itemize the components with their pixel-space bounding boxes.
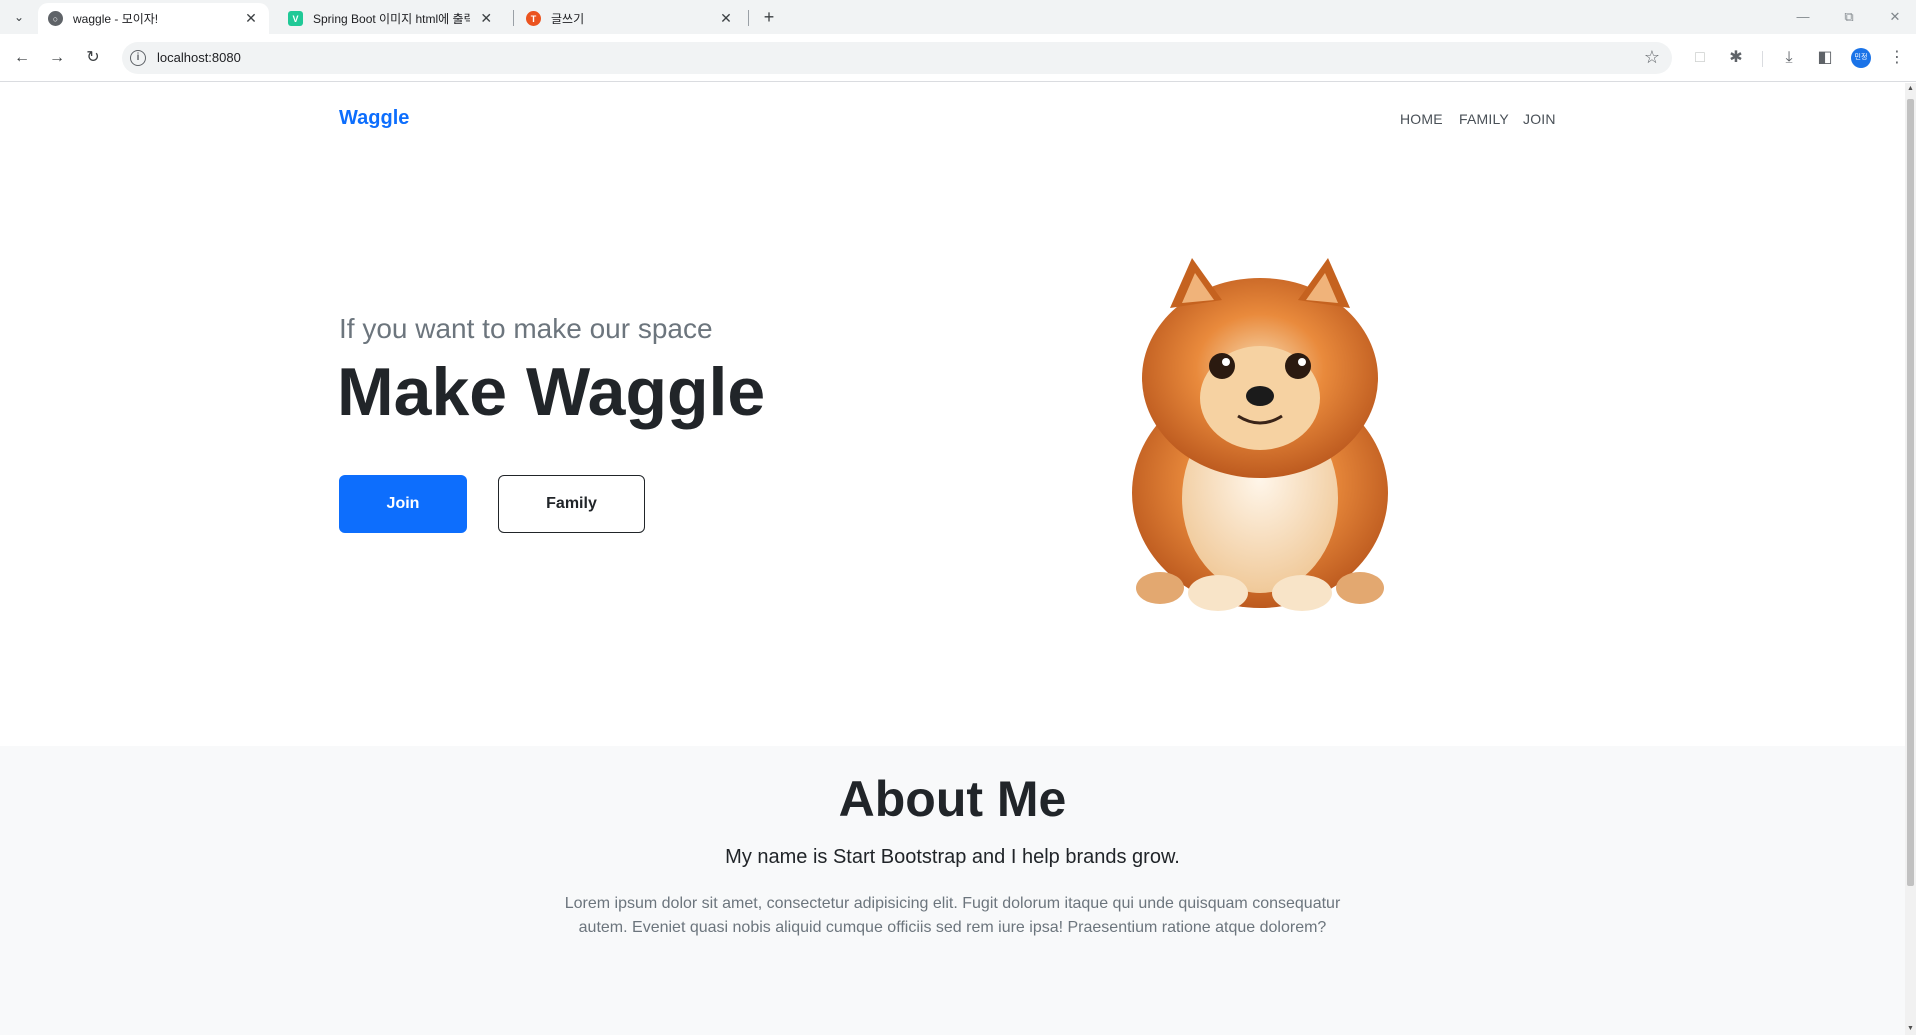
hero-title: Make Waggle xyxy=(337,354,766,430)
profile-avatar[interactable]: 민정 xyxy=(1851,48,1871,68)
extensions-puzzle-icon[interactable]: ✱ xyxy=(1724,46,1748,70)
page-scrollbar[interactable]: ▲ ▼ xyxy=(1905,83,1916,1035)
tab-search-chevron-icon[interactable]: ⌄ xyxy=(8,6,30,28)
join-button[interactable]: Join xyxy=(339,475,467,533)
close-icon[interactable]: ✕ xyxy=(243,10,259,27)
about-text: Lorem ipsum dolor sit amet, consectetur … xyxy=(564,895,1341,936)
extension-placeholder-icon[interactable]: □ xyxy=(1688,46,1712,70)
globe-icon: ○ xyxy=(48,11,63,26)
minimize-icon[interactable]: — xyxy=(1780,4,1826,30)
browser-toolbar: ← → ↻ i localhost:8080 ☆ □ ✱ ⤓ ◧ 민정 ⋮ xyxy=(0,34,1916,82)
tab-title: 글쓰기 xyxy=(551,12,585,26)
scroll-down-arrow-icon[interactable]: ▼ xyxy=(1905,1023,1916,1035)
site-navbar: Waggle HOME FAMILY JOIN xyxy=(0,83,1905,153)
scroll-thumb[interactable] xyxy=(1907,99,1914,886)
tab-strip: ⌄ ○ waggle - 모이자! ✕ V Spring Boot 이미지 ht… xyxy=(0,0,1916,34)
about-lead: My name is Start Bootstrap and I help br… xyxy=(725,846,1180,868)
url-text[interactable]: localhost:8080 xyxy=(157,50,241,65)
tab-title: Spring Boot 이미지 html에 출력 xyxy=(313,12,471,26)
nav-join[interactable]: JOIN xyxy=(1523,111,1556,127)
bookmark-star-icon[interactable]: ☆ xyxy=(1644,47,1660,68)
velog-icon: V xyxy=(288,11,303,26)
window-close-icon[interactable]: ✕ xyxy=(1872,4,1916,30)
nav-family[interactable]: FAMILY xyxy=(1459,111,1509,127)
reload-icon[interactable]: ↻ xyxy=(81,46,105,70)
side-panel-icon[interactable]: ◧ xyxy=(1813,46,1837,70)
tab-separator xyxy=(748,10,749,26)
close-icon[interactable]: ✕ xyxy=(478,10,494,27)
menu-kebab-icon[interactable]: ⋮ xyxy=(1885,46,1909,70)
brand-logo[interactable]: Waggle xyxy=(339,107,409,130)
back-arrow-icon[interactable]: ← xyxy=(10,46,34,70)
scroll-up-arrow-icon[interactable]: ▲ xyxy=(1905,83,1916,95)
new-tab-plus-icon[interactable]: + xyxy=(757,6,781,30)
close-icon[interactable]: ✕ xyxy=(718,10,734,27)
download-icon[interactable]: ⤓ xyxy=(1777,46,1801,70)
site-info-icon[interactable]: i xyxy=(130,50,146,66)
about-title: About Me xyxy=(838,771,1067,827)
page-viewport: Waggle HOME FAMILY JOIN If you want to m… xyxy=(0,83,1905,1035)
tab-writing[interactable]: T 글쓰기 ✕ xyxy=(516,3,744,34)
tistory-icon: T xyxy=(526,11,541,26)
restore-icon[interactable]: ⧉ xyxy=(1826,4,1872,30)
nav-home[interactable]: HOME xyxy=(1400,111,1443,127)
toolbar-divider xyxy=(1762,51,1763,67)
address-bar[interactable]: i localhost:8080 ☆ xyxy=(122,42,1672,74)
family-button[interactable]: Family xyxy=(498,475,645,533)
tab-waggle[interactable]: ○ waggle - 모이자! ✕ xyxy=(38,3,269,34)
tab-separator xyxy=(513,10,514,26)
tab-title: waggle - 모이자! xyxy=(73,12,159,26)
about-section: About Me My name is Start Bootstrap and … xyxy=(0,746,1905,1035)
pomeranian-dog-image xyxy=(1132,258,1388,611)
forward-arrow-icon[interactable]: → xyxy=(45,46,69,70)
tab-spring-boot[interactable]: V Spring Boot 이미지 html에 출력 ✕ xyxy=(278,3,504,34)
hero-subtitle: If you want to make our space xyxy=(339,313,713,344)
